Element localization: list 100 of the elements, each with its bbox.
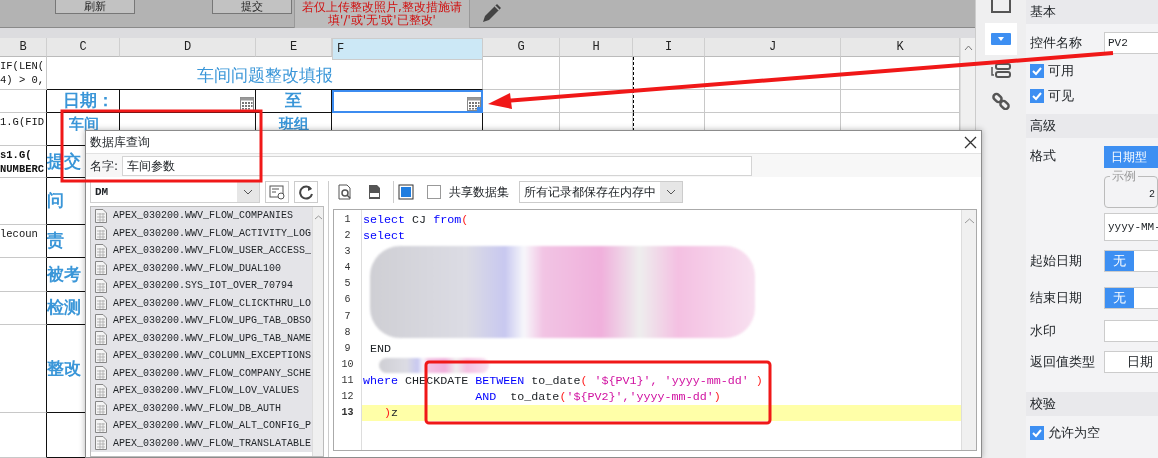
table-item[interactable]: APEX_030200.WWV_FLOW_LOV_VALUES bbox=[91, 382, 312, 400]
close-icon[interactable] bbox=[964, 135, 977, 149]
line-number: 12 bbox=[340, 390, 355, 405]
column-header[interactable]: D bbox=[120, 38, 256, 57]
column-header[interactable]: E bbox=[256, 38, 332, 57]
date-field[interactable] bbox=[332, 90, 483, 113]
sheet-cell[interactable] bbox=[0, 413, 47, 458]
submit-button[interactable]: 提交 bbox=[212, 0, 292, 14]
refresh-button[interactable]: 刷新 bbox=[55, 0, 135, 14]
example-value: 2 bbox=[1149, 188, 1155, 202]
input-field[interactable]: PV2 bbox=[1104, 32, 1158, 54]
table-icon bbox=[95, 243, 107, 258]
code-line: AND to_date('${PV2}','yyyy-mm-dd') bbox=[474, 389, 722, 406]
line-number: 1 bbox=[343, 213, 352, 227]
field-label: 控件名称 bbox=[1030, 34, 1083, 53]
field-label: 返回值类型 bbox=[1030, 353, 1096, 372]
line-number: 9 bbox=[343, 341, 352, 356]
dialog-title: 数据库查询 bbox=[90, 134, 150, 151]
line-number: 3 bbox=[343, 245, 352, 260]
code-line: select CJ from( bbox=[362, 212, 470, 229]
table-item[interactable]: APEX_030200.WWV_FLOW_UPG_TAB_OBSO bbox=[91, 312, 312, 330]
section-header: 基本 bbox=[1026, 0, 1158, 24]
line-number: 11 bbox=[340, 373, 355, 388]
sheet-cell[interactable] bbox=[0, 90, 47, 113]
sheet-title: 车间问题整改填报 bbox=[196, 63, 333, 87]
checkbox[interactable] bbox=[1030, 63, 1044, 78]
table-icon bbox=[95, 313, 107, 328]
name-field[interactable]: 车间参数 bbox=[122, 155, 753, 176]
section-header: 校验 bbox=[1026, 392, 1158, 416]
formula-text: lecoun bbox=[0, 227, 39, 241]
table-icon bbox=[95, 278, 107, 293]
column-header[interactable]: C bbox=[47, 38, 120, 57]
form-label: 班组 bbox=[278, 114, 309, 135]
sheet-cell[interactable] bbox=[0, 258, 47, 292]
table-icon bbox=[95, 208, 107, 223]
table-icon bbox=[95, 383, 107, 398]
scrollbar[interactable] bbox=[961, 210, 976, 450]
table-item[interactable]: APEX_030200.SYS_IOT_OVER_70794 bbox=[91, 277, 312, 295]
column-header[interactable]: I bbox=[633, 38, 705, 57]
line-number: 13 bbox=[340, 406, 355, 421]
field-label: 名字: bbox=[90, 157, 119, 175]
checkbox[interactable] bbox=[1030, 425, 1044, 440]
table-icon bbox=[95, 401, 107, 416]
warning-note: 若仅上传整改照片,整改措施请 填'/'或'无'或'已整改' bbox=[294, 0, 470, 28]
line-number: 4 bbox=[343, 261, 352, 276]
code-line: select bbox=[362, 228, 407, 245]
toggle-option[interactable] bbox=[1134, 287, 1158, 308]
sheet-cell[interactable] bbox=[0, 325, 47, 413]
column-header[interactable]: H bbox=[560, 38, 633, 57]
form-label: 整改 bbox=[47, 356, 81, 380]
calendar-icon bbox=[240, 97, 254, 111]
table-icon bbox=[95, 366, 107, 381]
refresh-button[interactable] bbox=[294, 181, 318, 203]
checkbox-label: 可用 bbox=[1048, 61, 1074, 80]
column-header[interactable]: K bbox=[841, 38, 960, 57]
form-label: 车间 bbox=[68, 114, 99, 135]
field-label: 格式 bbox=[1030, 147, 1057, 165]
column-header[interactable]: J bbox=[705, 38, 841, 57]
document-icon[interactable] bbox=[393, 181, 417, 203]
dropdown-icon bbox=[991, 33, 1011, 45]
sheet-cell[interactable] bbox=[0, 292, 47, 325]
table-icon bbox=[95, 261, 107, 276]
table-icon bbox=[95, 436, 107, 451]
line-number: 5 bbox=[343, 277, 352, 292]
table-item[interactable]: APEX_030200.WWV_COLUMN_EXCEPTIONS bbox=[91, 347, 312, 365]
form-label: 被考 bbox=[47, 262, 81, 286]
database-dropdown[interactable]: DM bbox=[90, 181, 260, 203]
table-item[interactable]: APEX_030200.WWV_FLOW_ALT_CONFIG_P bbox=[91, 417, 312, 435]
sheet-cell[interactable] bbox=[0, 178, 47, 225]
section-header: 高级 bbox=[1026, 114, 1158, 138]
table-item[interactable]: APEX_030200.WWV_FLOW_COMPANIES bbox=[91, 207, 312, 225]
checkbox-label: 可见 bbox=[1048, 86, 1074, 105]
line-number: 10 bbox=[340, 357, 355, 372]
form-label: 至 bbox=[285, 90, 302, 112]
column-header[interactable]: B bbox=[0, 38, 47, 57]
column-header[interactable]: F bbox=[332, 38, 483, 60]
caret-icon bbox=[666, 189, 676, 195]
list-icon bbox=[991, 63, 1011, 78]
scrollbar[interactable] bbox=[312, 207, 323, 456]
panel-icon bbox=[990, 0, 1012, 14]
table-icon bbox=[95, 348, 107, 363]
line-number: 7 bbox=[343, 309, 352, 324]
link-icon bbox=[992, 92, 1010, 110]
calendar-icon bbox=[467, 97, 481, 111]
field-label: 结束日期 bbox=[1030, 288, 1083, 307]
checkbox[interactable] bbox=[1030, 88, 1044, 103]
line-number: 2 bbox=[343, 229, 352, 244]
checkbox-label: 允许为空 bbox=[1048, 423, 1100, 442]
storage-dropdown[interactable]: 所有记录都保存在内存中 bbox=[519, 181, 683, 203]
form-label: 检测 bbox=[47, 296, 81, 320]
form-label: 日期： bbox=[62, 90, 114, 112]
field-label: 起始日期 bbox=[1030, 251, 1083, 270]
table-item[interactable]: APEX_030200.WWV_FLOW_USER_ACCESS_ bbox=[91, 242, 312, 260]
preview-button[interactable] bbox=[265, 181, 289, 203]
select-field[interactable]: 日期 bbox=[1104, 351, 1158, 373]
input-field[interactable] bbox=[1104, 320, 1158, 342]
column-header[interactable]: G bbox=[483, 38, 560, 57]
example-legend: 示例 bbox=[1110, 169, 1138, 183]
toggle-option[interactable] bbox=[1134, 250, 1158, 271]
line-number: 8 bbox=[343, 325, 352, 340]
